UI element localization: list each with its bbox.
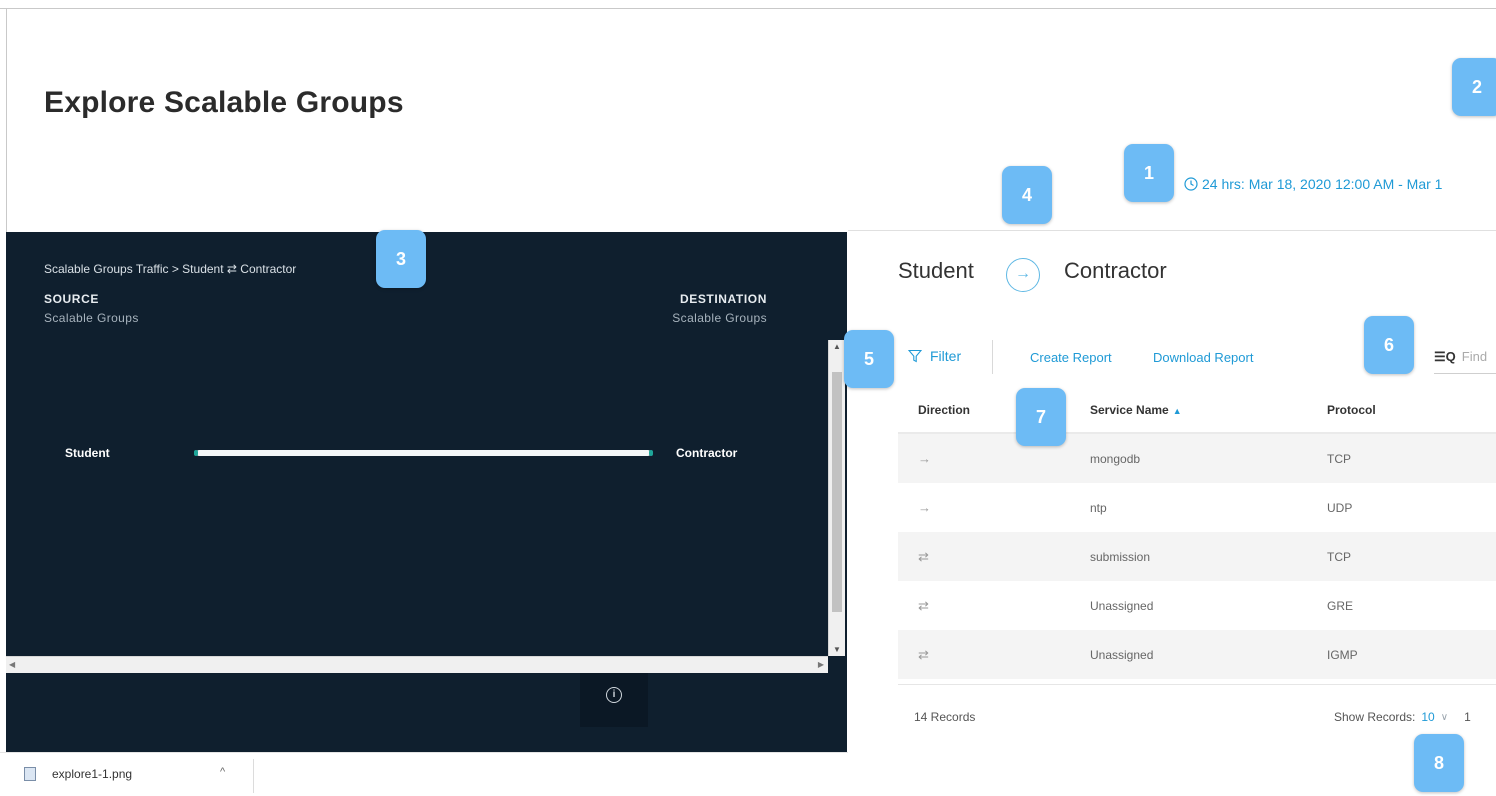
search-icon: ☰Q (1434, 348, 1456, 364)
protocol-cell: IGMP (1327, 647, 1358, 662)
protocol-cell: GRE (1327, 598, 1354, 613)
service-name-cell: Unassigned (1090, 647, 1154, 662)
callout-badge: 1 (1124, 144, 1174, 202)
traffic-flow-line[interactable] (194, 450, 653, 456)
callout-badge: 7 (1016, 388, 1066, 446)
record-count: 14 Records (914, 710, 976, 724)
destination-sublabel: Scalable Groups (672, 311, 767, 325)
protocol-cell: TCP (1327, 451, 1351, 466)
show-records-control: Show Records: 10 ∨ 1 (1334, 710, 1471, 724)
service-name-cell: ntp (1090, 500, 1107, 515)
page-number[interactable]: 1 (1464, 710, 1471, 724)
chevron-up-icon[interactable]: ^ (220, 766, 225, 778)
scroll-right-icon[interactable]: ▶ (818, 660, 824, 669)
table-row[interactable]: ⇄ Unassigned IGMP (898, 630, 1496, 679)
column-header-protocol[interactable]: Protocol (1327, 403, 1496, 417)
source-label: SOURCE (44, 292, 99, 306)
source-group-title: Student (898, 258, 974, 283)
protocol-cell: UDP (1327, 500, 1353, 515)
toolbar-separator (992, 340, 993, 374)
destination-group-title: Contractor (1064, 258, 1167, 283)
table-row[interactable]: ⇄ submission TCP (898, 532, 1496, 581)
callout-badge: 8 (1414, 734, 1464, 792)
create-report-link[interactable]: Create Report (1030, 350, 1112, 365)
direction-arrow-icon: → (1006, 258, 1040, 292)
source-sublabel: Scalable Groups (44, 311, 139, 325)
table-row[interactable]: ⇄ Unassigned GRE (898, 581, 1496, 630)
download-separator (253, 759, 254, 793)
traffic-visualization-panel: Scalable Groups Traffic > Student ⇄ Cont… (6, 232, 847, 752)
filter-icon (908, 349, 922, 363)
services-table: Direction Service Name ▲ Protocol → mongo… (898, 388, 1496, 679)
destination-label: DESTINATION (679, 292, 767, 306)
breadcrumb[interactable]: Scalable Groups Traffic > Student ⇄ Cont… (44, 262, 296, 276)
chevron-down-icon[interactable]: ∨ (1441, 712, 1448, 723)
callout-badge: 2 (1452, 58, 1496, 116)
window-left-border (6, 8, 7, 238)
direction-cell: ⇄ (918, 646, 929, 662)
source-node-label[interactable]: Student (65, 446, 110, 460)
filter-label: Filter (930, 348, 962, 364)
direction-cell: ⇄ (918, 597, 929, 613)
header-divider (848, 230, 1496, 231)
find-input[interactable] (1461, 349, 1496, 364)
destination-node-label[interactable]: Contractor (676, 446, 737, 460)
table-row[interactable]: → ntp UDP (898, 483, 1496, 532)
column-header-service-name-label: Service Name (1090, 403, 1169, 417)
service-name-cell: submission (1090, 549, 1151, 564)
info-icon: i (606, 687, 622, 703)
scroll-up-icon[interactable]: ▲ (833, 342, 841, 351)
service-name-cell: mongodb (1090, 451, 1141, 466)
scroll-left-icon[interactable]: ◀ (9, 660, 15, 669)
table-header: Direction Service Name ▲ Protocol (898, 388, 1496, 434)
find-box[interactable]: ☰Q (1434, 340, 1496, 374)
download-shelf: explore1-1.png ^ (0, 752, 848, 796)
direction-cell: → (918, 451, 931, 466)
callout-badge: 3 (376, 230, 426, 288)
table-row[interactable]: → mongodb TCP (898, 434, 1496, 483)
direction-cell: ⇄ (918, 548, 929, 564)
image-file-icon (24, 767, 36, 781)
callout-badge: 4 (1002, 166, 1052, 224)
downloaded-file-name[interactable]: explore1-1.png (52, 767, 132, 781)
table-body: → mongodb TCP → ntp UDP ⇄ submission TCP… (898, 434, 1496, 679)
callout-badge: 6 (1364, 316, 1414, 374)
direction-cell: → (918, 500, 931, 515)
download-report-link[interactable]: Download Report (1153, 350, 1253, 365)
clock-icon (1184, 177, 1198, 191)
table-bottom-border (898, 684, 1496, 685)
horizontal-scrollbar[interactable]: ◀ ▶ (6, 656, 828, 673)
protocol-cell: TCP (1327, 549, 1351, 564)
info-button[interactable]: i (580, 673, 648, 727)
service-name-cell: Unassigned (1090, 598, 1154, 613)
callout-badge: 5 (844, 330, 894, 388)
page-title: Explore Scalable Groups (44, 86, 404, 119)
vertical-scroll-thumb[interactable] (832, 372, 842, 612)
show-records-select[interactable]: 10 (1421, 710, 1434, 724)
sort-ascending-icon: ▲ (1172, 406, 1182, 416)
filter-button[interactable]: Filter (908, 348, 961, 364)
show-records-label: Show Records: (1334, 710, 1416, 724)
time-range-text: 24 hrs: Mar 18, 2020 12:00 AM - Mar 1 (1202, 176, 1443, 192)
window-top-border (0, 8, 1496, 9)
scroll-down-icon[interactable]: ▼ (833, 645, 841, 654)
time-range-selector[interactable]: 24 hrs: Mar 18, 2020 12:00 AM - Mar 1 (1184, 176, 1442, 192)
column-header-service-name[interactable]: Service Name ▲ (1090, 403, 1327, 417)
vertical-scrollbar[interactable]: ▲ ▼ (828, 340, 845, 656)
